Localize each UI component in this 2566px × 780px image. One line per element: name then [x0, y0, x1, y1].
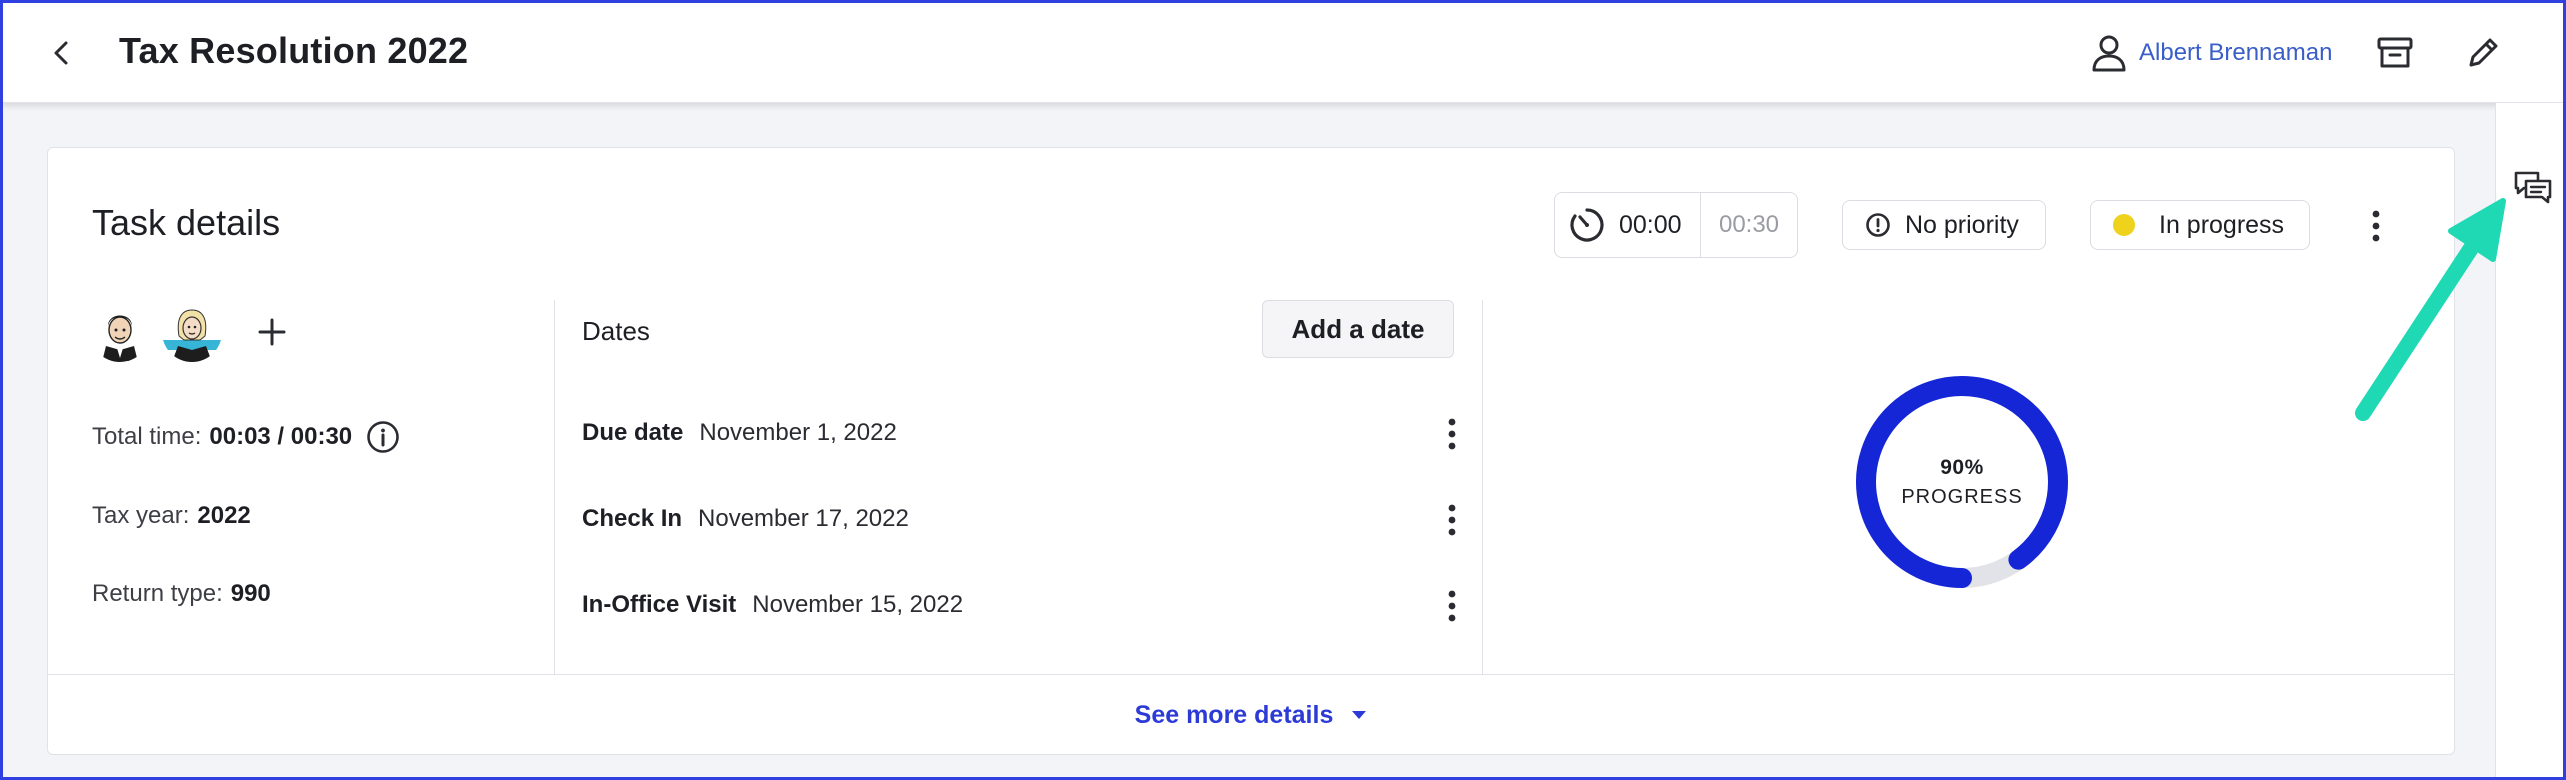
assignee-avatars: [90, 302, 296, 362]
date-more-button[interactable]: [1434, 414, 1470, 454]
time-tracker: 00:00 00:30: [1554, 192, 1798, 258]
timer-start-button[interactable]: 00:00: [1555, 193, 1701, 257]
status-dot: [2113, 214, 2135, 236]
tax-year-value: 2022: [197, 502, 251, 529]
timer-elapsed: 00:00: [1619, 210, 1682, 239]
date-value: November 1, 2022: [699, 419, 897, 446]
priority-selector[interactable]: No priority: [1842, 200, 2046, 250]
progress-label: PROGRESS: [1901, 485, 2023, 508]
kebab-menu-icon: [1448, 590, 1456, 622]
archive-button[interactable]: [2373, 31, 2417, 75]
app-frame: Tax Resolution 2022 Albert Brennaman Tas…: [0, 0, 2566, 780]
progress-ring: 90% PROGRESS: [1854, 374, 2070, 590]
date-more-button[interactable]: [1434, 586, 1470, 626]
total-time-line: Total time: 00:03 / 00:30: [92, 420, 400, 454]
total-time-value: 00:03 / 00:30: [209, 423, 353, 450]
assignee-link[interactable]: Albert Brennaman: [2091, 31, 2332, 75]
tax-year-line: Tax year: 2022: [92, 502, 251, 530]
page-title: Tax Resolution 2022: [119, 30, 469, 71]
date-row-due: Due date November 1, 2022: [582, 408, 1462, 458]
stopwatch-icon: [1570, 208, 1604, 242]
annotation-arrow-icon: [2355, 198, 2506, 421]
avatar-woman-icon: [162, 302, 222, 362]
status-selector[interactable]: In progress: [2090, 200, 2310, 250]
chevron-left-icon: [54, 41, 68, 65]
return-type-line: Return type: 990: [92, 580, 271, 608]
avatar[interactable]: [90, 302, 150, 362]
add-member-button[interactable]: [248, 308, 296, 356]
date-more-button[interactable]: [1434, 500, 1470, 540]
date-value: November 17, 2022: [698, 505, 909, 532]
dates-title: Dates: [582, 316, 650, 346]
avatar[interactable]: [162, 302, 222, 362]
archive-icon: [2377, 37, 2413, 68]
see-more-label: See more details: [1134, 700, 1334, 729]
assignee-name[interactable]: Albert Brennaman: [2139, 39, 2332, 67]
plus-icon: [258, 318, 286, 346]
timer-estimate[interactable]: 00:30: [1701, 193, 1797, 257]
date-label: In-Office Visit: [582, 591, 737, 618]
add-date-button[interactable]: Add a date: [1262, 300, 1454, 358]
back-button[interactable]: [41, 33, 81, 73]
date-row-check-in: Check In November 17, 2022: [582, 494, 1462, 544]
return-type-value: 990: [230, 580, 271, 607]
progress-percent: 90%: [1940, 455, 1984, 479]
task-details-card: Task details 00:00 00:30 No priority In …: [47, 147, 2455, 755]
card-title: Task details: [92, 202, 281, 243]
avatar-man-icon: [90, 302, 150, 362]
return-type-label: Return type:: [92, 580, 223, 607]
progress-text: 90% PROGRESS: [1854, 374, 2070, 590]
kebab-menu-icon: [1448, 418, 1456, 450]
chat-bubbles-icon: [2514, 171, 2552, 204]
priority-alert-icon: [1866, 213, 1890, 237]
top-header: Tax Resolution 2022 Albert Brennaman: [3, 3, 2563, 103]
date-label: Due date: [582, 419, 684, 446]
caret-down-icon: [1352, 711, 1367, 719]
priority-label: No priority: [1905, 210, 2019, 239]
date-row-office-visit: In-Office Visit November 15, 2022: [582, 580, 1462, 630]
date-label: Check In: [582, 505, 683, 532]
total-time-label: Total time:: [92, 423, 202, 450]
info-icon[interactable]: [366, 420, 400, 454]
edit-button[interactable]: [2461, 31, 2505, 75]
status-label: In progress: [2159, 210, 2285, 239]
see-more-details-button[interactable]: See more details: [48, 674, 2454, 756]
column-divider: [1482, 300, 1483, 674]
kebab-menu-icon: [1448, 504, 1456, 536]
pencil-icon: [2469, 38, 2498, 67]
comments-button[interactable]: [2510, 165, 2556, 211]
tax-year-label: Tax year:: [92, 502, 190, 529]
date-value: November 15, 2022: [752, 591, 964, 618]
column-divider: [554, 300, 555, 674]
user-icon: [2092, 35, 2126, 72]
